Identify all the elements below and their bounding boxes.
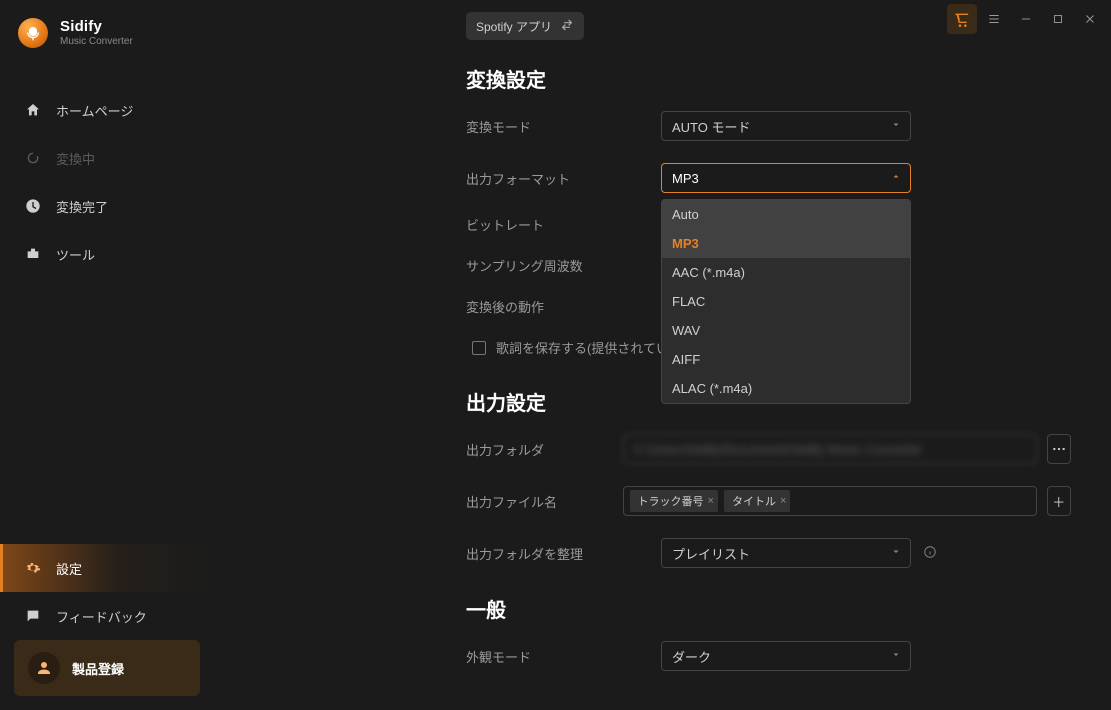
refresh-icon	[24, 149, 42, 167]
hamburger-button[interactable]	[979, 4, 1009, 34]
sidebar-item-label: ホームページ	[56, 101, 133, 120]
label-appearance: 外観モード	[466, 647, 661, 666]
appearance-select-value: ダーク	[672, 647, 711, 666]
label-organize: 出力フォルダを整理	[466, 544, 661, 563]
format-option[interactable]: AIFF	[662, 345, 910, 374]
sidebar-item-label: 変換完了	[56, 197, 108, 216]
add-tag-button[interactable]: ＋	[1047, 486, 1071, 516]
output-path-input[interactable]: C:\Users\Sidify\Documents\Sidify Music C…	[623, 434, 1037, 464]
close-button[interactable]	[1075, 4, 1105, 34]
sidebar: Sidify Music Converter ホームページ 変換中 変換完了 ツ…	[0, 0, 214, 710]
user-icon	[28, 652, 60, 684]
appearance-select[interactable]: ダーク	[661, 641, 911, 671]
sidebar-item-label: 設定	[56, 559, 82, 578]
sidebar-item-feedback[interactable]: フィードバック	[0, 592, 214, 640]
filename-tags[interactable]: トラック番号 × タイトル ×	[623, 486, 1037, 516]
toolbox-icon	[24, 245, 42, 263]
settings-body: 変換設定 変換モード AUTO モード 出力フォーマット MP3	[466, 54, 1071, 710]
label-out-name: 出力ファイル名	[466, 492, 623, 511]
source-chip-label: Spotify アプリ	[476, 18, 552, 35]
output-path-value: C:\Users\Sidify\Documents\Sidify Music C…	[634, 442, 923, 457]
chevron-down-icon	[890, 649, 902, 664]
maximize-button[interactable]	[1043, 4, 1073, 34]
organize-select-value: プレイリスト	[672, 544, 750, 563]
chevron-down-icon	[890, 546, 902, 561]
format-option[interactable]: ALAC (*.m4a)	[662, 374, 910, 403]
cart-button[interactable]	[947, 4, 977, 34]
source-chip[interactable]: Spotify アプリ	[466, 12, 584, 40]
label-samplerate: サンプリング周波数	[466, 256, 661, 275]
format-option[interactable]: FLAC	[662, 287, 910, 316]
format-option[interactable]: Auto	[662, 200, 910, 229]
chevron-down-icon	[890, 119, 902, 134]
format-select-value: MP3	[672, 171, 699, 186]
home-icon	[24, 101, 42, 119]
label-bitrate: ビットレート	[466, 215, 661, 234]
sidebar-item-home[interactable]: ホームページ	[0, 86, 214, 134]
info-icon[interactable]	[923, 545, 937, 562]
chat-icon	[24, 607, 42, 625]
sidebar-item-label: ツール	[56, 245, 95, 264]
sidebar-item-label: 変換中	[56, 149, 95, 168]
mode-select[interactable]: AUTO モード	[661, 111, 911, 141]
main-panel: Spotify アプリ 変換設定 変換モード AUTO モード 出力フォーマット	[214, 0, 1111, 710]
filename-tag[interactable]: トラック番号 ×	[630, 490, 718, 512]
brand-subtitle: Music Converter	[60, 36, 133, 48]
sidebar-item-done[interactable]: 変換完了	[0, 182, 214, 230]
mode-select-value: AUTO モード	[672, 117, 751, 136]
save-lyrics-label: 歌詞を保存する(提供されてい	[496, 338, 669, 357]
register-label: 製品登録	[72, 659, 124, 678]
save-lyrics-checkbox[interactable]	[472, 341, 486, 355]
label-out-folder: 出力フォルダ	[466, 440, 623, 459]
window-controls	[947, 4, 1105, 34]
format-option[interactable]: WAV	[662, 316, 910, 345]
tag-remove-icon[interactable]: ×	[708, 495, 714, 507]
clock-icon	[24, 197, 42, 215]
sidebar-item-settings[interactable]: 設定	[0, 544, 214, 592]
brand: Sidify Music Converter	[0, 14, 214, 68]
brand-title: Sidify	[60, 18, 133, 36]
format-dropdown: Auto MP3 AAC (*.m4a) FLAC WAV AIFF ALAC …	[661, 199, 911, 404]
sidebar-item-converting: 変換中	[0, 134, 214, 182]
sidebar-item-label: フィードバック	[56, 607, 147, 626]
section-title-conversion: 変換設定	[466, 64, 1071, 93]
sidebar-item-tools[interactable]: ツール	[0, 230, 214, 278]
label-format: 出力フォーマット	[466, 169, 661, 188]
tag-remove-icon[interactable]: ×	[780, 495, 786, 507]
label-after: 変換後の動作	[466, 297, 661, 316]
section-title-general: 一般	[466, 594, 1071, 623]
format-option[interactable]: MP3	[662, 229, 910, 258]
label-mode: 変換モード	[466, 117, 661, 136]
register-card[interactable]: 製品登録	[14, 640, 200, 696]
filename-tag[interactable]: タイトル ×	[724, 490, 790, 512]
format-select[interactable]: MP3	[661, 163, 911, 193]
gear-icon	[24, 559, 42, 577]
browse-button[interactable]	[1047, 434, 1071, 464]
minimize-button[interactable]	[1011, 4, 1041, 34]
app-logo-icon	[18, 18, 48, 48]
organize-select[interactable]: プレイリスト	[661, 538, 911, 568]
swap-icon	[560, 18, 574, 35]
format-option[interactable]: AAC (*.m4a)	[662, 258, 910, 287]
chevron-up-icon	[890, 171, 902, 186]
